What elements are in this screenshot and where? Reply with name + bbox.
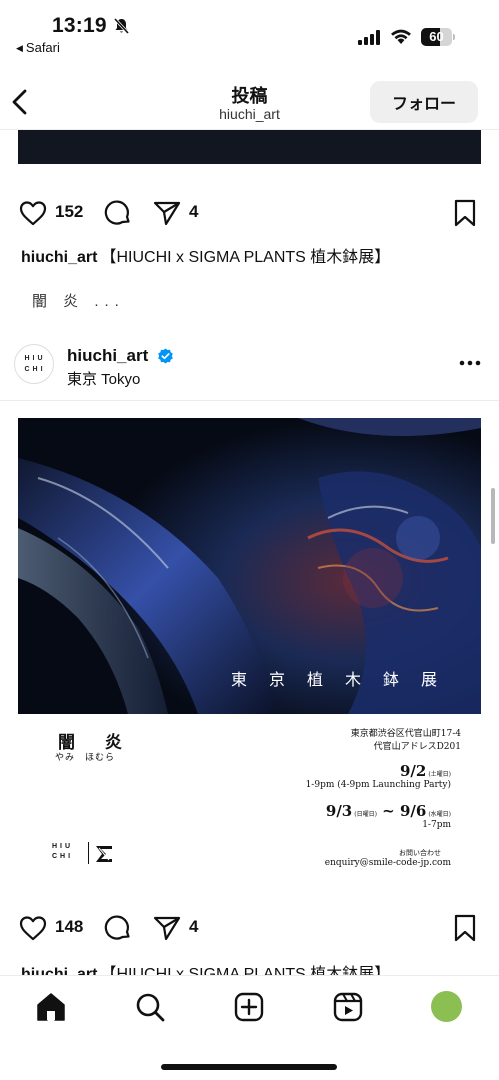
flyer-date1: 9/2 (土曜日) (400, 762, 451, 780)
post2-header: HIU CHI hiuchi_art 東京 Tokyo (0, 340, 499, 398)
caption-username[interactable]: hiuchi_art (21, 249, 97, 266)
home-icon[interactable] (34, 990, 68, 1024)
caption-more[interactable]: 闇 炎 ... (32, 290, 125, 311)
cellular-signal-icon (358, 30, 380, 45)
flyer-date2-start: 9/3 (325, 802, 353, 820)
home-indicator[interactable] (161, 1064, 337, 1070)
nav-bar: 投稿 hiuchi_art フォロー (0, 68, 499, 130)
flyer-address-line2: 代官山アドレスD201 (373, 742, 461, 752)
bookmark-icon[interactable] (450, 198, 480, 228)
flyer-date2: 9/3 (日曜日) ~ 9/6 (水曜日) (326, 802, 451, 820)
like-heart-icon[interactable] (18, 198, 48, 228)
flyer-date2-end-day: (水曜日) (428, 811, 451, 818)
flyer-contact-label: お問い合わせ (399, 849, 441, 857)
comment-icon[interactable] (103, 198, 133, 228)
back-to-safari[interactable]: ◀ Safari (16, 40, 60, 55)
flyer-logo-bottom: CHI (52, 853, 74, 860)
caption-text: 【HIUCHI x SIGMA PLANTS 植木鉢展】 (100, 249, 391, 266)
avatar-text-bottom: CHI (24, 366, 46, 373)
follow-button[interactable]: フォロー (370, 81, 478, 123)
create-post-icon[interactable] (232, 990, 266, 1024)
battery-percent: 60 (429, 29, 444, 44)
back-app-label: Safari (25, 40, 60, 55)
bottom-tab-bar (0, 975, 499, 1080)
post1-action-row: 152 4 (0, 198, 499, 230)
flyer-date1-day: (土曜日) (428, 771, 451, 778)
post1-share-count: 4 (189, 202, 199, 221)
flyer-logo: HIU CHI (52, 842, 132, 866)
flyer-time2: 1-7pm (422, 820, 451, 830)
bell-slash-icon (113, 17, 130, 35)
reels-icon[interactable] (331, 990, 365, 1024)
post1-like-count: 152 (55, 202, 84, 221)
flyer-date1-value: 9/2 (399, 762, 427, 780)
status-bar: 13:19 ◀ Safari 60 (0, 0, 499, 58)
post2-share-count: 4 (189, 917, 199, 936)
profile-avatar[interactable] (431, 991, 462, 1022)
flyer-info[interactable]: 闇 炎 やみ ほむら 東京都渋谷区代官山町17-4 代官山アドレスD201 9/… (18, 714, 481, 894)
scrollbar[interactable] (491, 488, 495, 544)
flyer-contact-email: enquiry@smile-code-jp.com (324, 858, 451, 868)
post2-location[interactable]: 東京 Tokyo (67, 368, 140, 389)
comment-icon[interactable] (103, 913, 133, 943)
avatar[interactable]: HIU CHI (14, 344, 54, 384)
verified-badge-icon (158, 348, 173, 364)
avatar-text-top: HIU (24, 355, 46, 362)
flyer-address-line1: 東京都渋谷区代官山町17-4 (350, 729, 461, 739)
post2-like-count: 148 (55, 917, 84, 936)
sigma-logo-icon (96, 846, 112, 862)
like-heart-icon[interactable] (18, 913, 48, 943)
post1-caption: hiuchi_art 【HIUCHI x SIGMA PLANTS 植木鉢展】 (21, 243, 390, 267)
battery-indicator: 60 (421, 28, 455, 46)
flyer-date2-end: 9/6 (399, 802, 427, 820)
post2-username[interactable]: hiuchi_art (67, 346, 148, 366)
post2-action-row: 148 4 (0, 913, 499, 945)
more-options-icon[interactable] (458, 356, 482, 370)
flyer-reading: やみ ほむら (55, 753, 116, 763)
header-divider (0, 400, 499, 401)
search-icon[interactable] (133, 990, 167, 1024)
image-overlay-text: 東京植木鉢展 (230, 670, 459, 689)
previous-post-image[interactable] (18, 130, 481, 164)
bookmark-icon[interactable] (450, 913, 480, 943)
post-image[interactable]: 東京植木鉢展 (18, 418, 481, 714)
flyer-time1: 1-9pm (4-9pm Launching Party) (305, 780, 451, 790)
share-send-icon[interactable] (152, 913, 182, 943)
flyer-date2-sep: ~ (376, 802, 400, 820)
wifi-icon (391, 29, 411, 44)
flyer-logo-top: HIU (52, 843, 74, 850)
share-send-icon[interactable] (152, 198, 182, 228)
flyer-address: 東京都渋谷区代官山町17-4 代官山アドレスD201 (351, 728, 461, 754)
status-time: 13:19 (52, 14, 107, 37)
flyer-date2-start-day: (日曜日) (354, 811, 377, 818)
